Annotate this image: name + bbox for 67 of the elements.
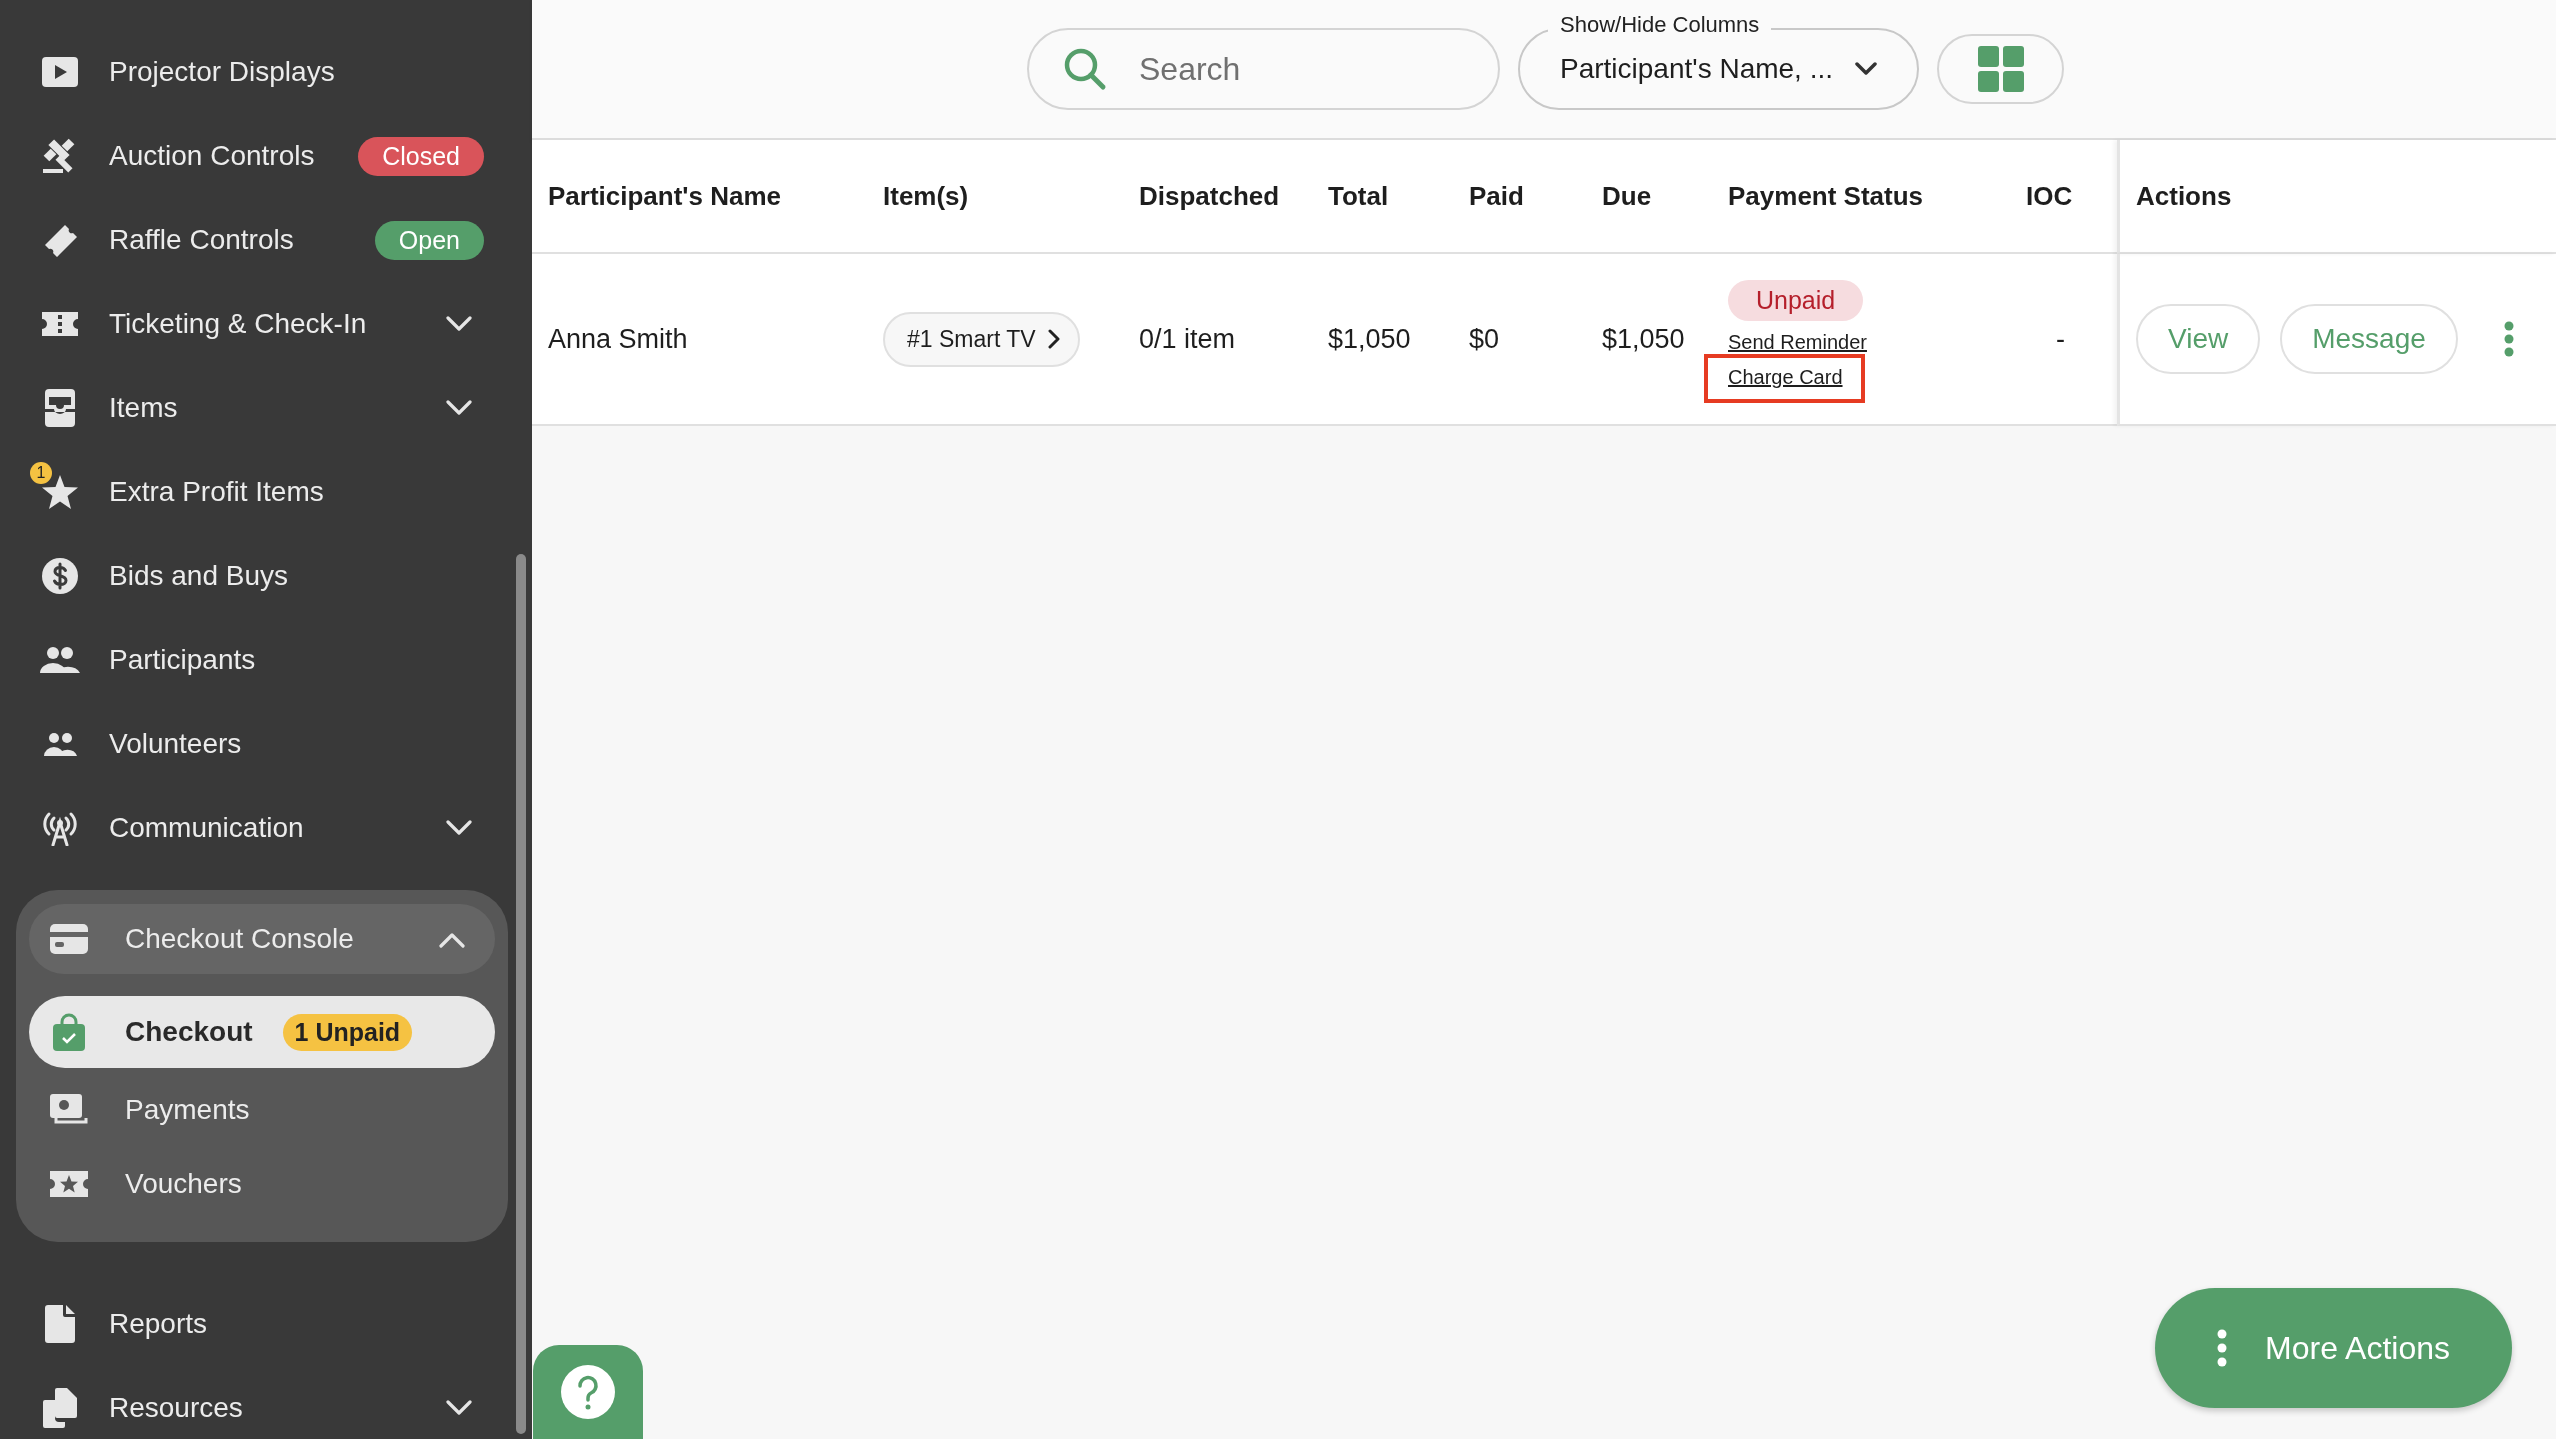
chevron-icon[interactable] (446, 400, 472, 416)
chevron-icon[interactable] (446, 316, 472, 332)
money-icon (50, 1094, 88, 1126)
ticket-icon (42, 310, 78, 338)
nav-item[interactable]: 1 Extra Profit Items (0, 450, 532, 534)
shopping-bag-icon (53, 1013, 85, 1051)
inbox-icon (42, 389, 78, 427)
table-cell: Anna Smith (548, 323, 688, 355)
people-icon (40, 645, 80, 675)
people-icon (42, 731, 78, 757)
status-badge: Closed (358, 136, 484, 176)
column-header: Total (1328, 180, 1389, 212)
help-icon (561, 1365, 615, 1419)
grid-icon (1977, 46, 2024, 92)
chevron-icon[interactable] (439, 932, 465, 948)
nav-item[interactable]: Projector Displays (0, 30, 532, 114)
column-header: Due (1602, 180, 1652, 212)
table-cell: $1,050 (1602, 323, 1685, 355)
nav-item[interactable]: Ticketing & Check-In (0, 282, 532, 366)
nav-item[interactable]: Auction Controls Closed (0, 114, 532, 198)
nav-item[interactable]: Resources (0, 1366, 532, 1439)
nav-item[interactable]: Items (0, 366, 532, 450)
dropdown-value: Participant's Name, ... (1560, 53, 1833, 85)
nav-item[interactable]: Bids and Buys (0, 534, 532, 618)
column-header: Item(s) (883, 180, 969, 212)
dollar-icon (42, 558, 78, 594)
column-header: Paid (1469, 180, 1524, 212)
documents-icon (43, 1388, 77, 1428)
column-header: IOC (2026, 180, 2073, 212)
table-cell: 0/1 item (1139, 323, 1236, 355)
nav-item[interactable]: Vouchers (29, 1148, 495, 1220)
nav-item[interactable]: Reports (0, 1282, 532, 1366)
table-cell: - (2056, 323, 2065, 355)
status-badge: 1 Unpaid (282, 1013, 413, 1051)
nav-item[interactable]: Raffle Controls Open (0, 198, 532, 282)
column-header: Payment Status (1728, 180, 1924, 212)
kebab-icon (2217, 1329, 2227, 1367)
nav-item[interactable]: Checkout 1 Unpaid (29, 996, 495, 1068)
search-field[interactable]: Search (1027, 28, 1500, 110)
column-header: Participant's Name (548, 180, 782, 212)
status-badge: Unpaid (1728, 279, 1864, 321)
nav-item[interactable]: Participants (0, 618, 532, 702)
nav-group-header[interactable]: Checkout Console (29, 904, 495, 974)
document-icon (45, 1305, 75, 1343)
credit-card-icon (50, 924, 88, 954)
chevron-icon (1047, 329, 1060, 349)
status-badge: Open (374, 220, 484, 260)
nav-item[interactable]: Payments (29, 1074, 495, 1146)
column-header: Actions (2136, 180, 2232, 212)
chevron-icon[interactable] (446, 820, 472, 836)
table-cell: $0 (1469, 323, 1500, 355)
antenna-icon (41, 810, 79, 846)
link[interactable]: Send Reminder (1728, 330, 1867, 354)
item-chip[interactable]: #1 Smart TV (883, 311, 1080, 367)
nav-item[interactable]: Volunteers (0, 702, 532, 786)
search-icon (1063, 47, 1107, 91)
help-button[interactable] (533, 1345, 643, 1439)
chevron-icon (1855, 62, 1877, 76)
notification-count: 1 (30, 462, 52, 484)
scrollbar[interactable] (516, 554, 526, 1434)
column-header: Dispatched (1139, 180, 1280, 212)
kebab-icon[interactable] (2503, 321, 2514, 357)
play-icon (42, 57, 78, 87)
nav-item[interactable]: Communication (0, 786, 532, 870)
table-cell: $1,050 (1328, 323, 1411, 355)
ticket-star-icon (50, 1169, 88, 1199)
chevron-icon[interactable] (446, 1400, 472, 1416)
